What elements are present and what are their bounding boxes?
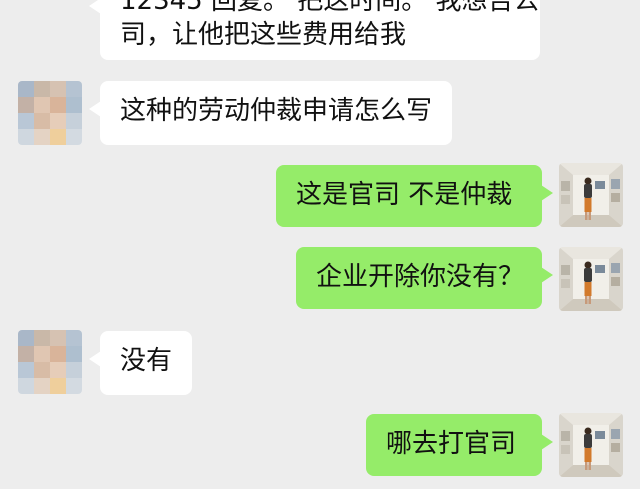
message-text-line: 司，让他把这些费用给我 bbox=[120, 20, 407, 50]
contact-avatar[interactable] bbox=[18, 81, 82, 145]
message-bubble-incoming[interactable]: 12345 回复。 把这时间。 我想告公 司，让他把这些费用给我 bbox=[89, 0, 540, 60]
contact-avatar[interactable] bbox=[18, 330, 82, 394]
chat-message-list[interactable]: 12345 回复。 把这时间。 我想告公 司，让他把这些费用给我 这种的劳动仲裁… bbox=[0, 0, 640, 489]
message-text: 没有 bbox=[120, 346, 173, 376]
self-avatar-image bbox=[559, 247, 623, 311]
self-avatar-image bbox=[559, 163, 623, 227]
message-text: 企业开除你没有？ bbox=[316, 262, 525, 292]
message-text: 这是官司 不是仲裁 bbox=[296, 180, 513, 210]
message-bubble-incoming[interactable]: 这种的劳动仲裁申请怎么写 bbox=[88, 81, 453, 145]
self-avatar-image bbox=[559, 413, 623, 477]
self-avatar[interactable] bbox=[559, 247, 623, 311]
message-bubble-outgoing[interactable]: 哪去打官司 bbox=[366, 414, 553, 476]
message-text: 哪去打官司 bbox=[386, 429, 517, 459]
self-avatar[interactable] bbox=[559, 163, 623, 227]
message-bubble-outgoing[interactable]: 这是官司 不是仲裁 bbox=[276, 165, 553, 227]
self-avatar[interactable] bbox=[559, 413, 623, 477]
message-bubble-outgoing[interactable]: 企业开除你没有？ bbox=[296, 247, 553, 309]
message-bubble-incoming[interactable]: 没有 bbox=[88, 331, 193, 395]
message-text: 这种的劳动仲裁申请怎么写 bbox=[120, 96, 433, 126]
message-text-line: 12345 回复。 把这时间。 我想告公 bbox=[120, 0, 540, 16]
